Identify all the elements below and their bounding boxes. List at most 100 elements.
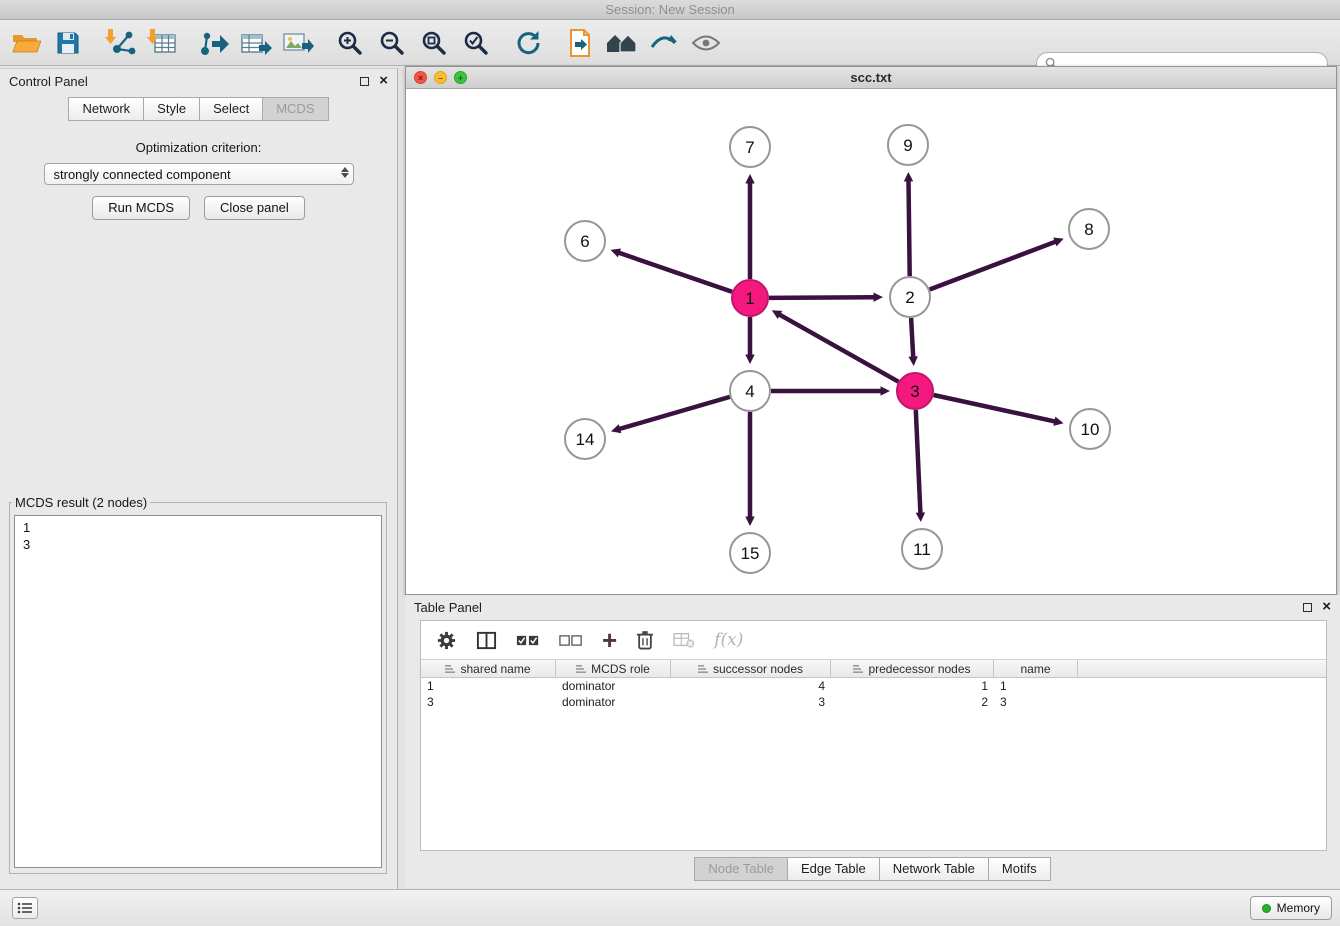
- table-row[interactable]: 3 dominator 3 2 3: [421, 694, 1326, 710]
- tab-node-table[interactable]: Node Table: [694, 857, 788, 881]
- apply-layout-button[interactable]: [510, 25, 546, 61]
- edge-2-3[interactable]: [911, 318, 913, 357]
- graph-node-9[interactable]: 9: [888, 125, 928, 165]
- cell-predecessor-nodes[interactable]: 2: [831, 695, 994, 709]
- export-table-button[interactable]: [238, 25, 274, 61]
- close-panel-icon[interactable]: ×: [379, 75, 388, 87]
- cell-name[interactable]: 3: [994, 695, 1078, 709]
- node-label: 8: [1084, 220, 1093, 239]
- style-brush-icon: [649, 31, 679, 55]
- graph-node-14[interactable]: 14: [565, 419, 605, 459]
- edge-1-6[interactable]: [619, 253, 732, 292]
- column-header-successor-nodes[interactable]: successor nodes: [671, 660, 831, 677]
- create-column-button[interactable]: +: [602, 630, 617, 650]
- cell-shared-name[interactable]: 3: [421, 695, 556, 709]
- open-session-button[interactable]: [8, 25, 44, 61]
- table-header-row: shared name MCDS role successor nodes pr…: [421, 659, 1326, 678]
- cell-shared-name[interactable]: 1: [421, 679, 556, 693]
- float-table-panel-button[interactable]: [1303, 603, 1312, 612]
- graph-node-6[interactable]: 6: [565, 221, 605, 261]
- memory-status-icon: [1262, 904, 1271, 913]
- mcds-result-text[interactable]: 1 3: [14, 515, 382, 868]
- tab-network-table[interactable]: Network Table: [879, 857, 989, 881]
- edge-1-2[interactable]: [769, 297, 874, 298]
- graph-node-11[interactable]: 11: [902, 529, 942, 569]
- save-session-button[interactable]: [50, 25, 86, 61]
- apply-style-button[interactable]: [646, 25, 682, 61]
- cell-mcds-role[interactable]: dominator: [556, 679, 671, 693]
- save-floppy-icon: [55, 30, 81, 56]
- edge-2-9[interactable]: [909, 181, 910, 276]
- graph-node-7[interactable]: 7: [730, 127, 770, 167]
- zoom-in-button[interactable]: [332, 25, 368, 61]
- column-label: successor nodes: [713, 662, 803, 676]
- select-all-columns-button[interactable]: [516, 632, 540, 649]
- window-maximize-button[interactable]: +: [454, 71, 467, 84]
- graph-node-8[interactable]: 8: [1069, 209, 1109, 249]
- table-panel-header: Table Panel ×: [405, 595, 1340, 619]
- node-label: 1: [745, 289, 754, 308]
- export-image-button[interactable]: [280, 25, 316, 61]
- network-view-window: × – + scc.txt 7 9 6 8 1 2 4 3 14 10 15 11: [405, 66, 1337, 595]
- cell-mcds-role[interactable]: dominator: [556, 695, 671, 709]
- show-columns-button[interactable]: [476, 630, 497, 651]
- zoom-out-button[interactable]: [374, 25, 410, 61]
- mcds-result-box: MCDS result (2 nodes) 1 3: [9, 495, 387, 874]
- tab-network[interactable]: Network: [68, 97, 144, 121]
- cell-successor-nodes[interactable]: 4: [671, 679, 831, 693]
- home-button[interactable]: [604, 25, 640, 61]
- edge-3-1[interactable]: [780, 315, 899, 382]
- memory-button[interactable]: Memory: [1250, 896, 1332, 920]
- tab-select[interactable]: Select: [199, 97, 263, 121]
- delete-table-button[interactable]: [673, 631, 695, 649]
- optimization-criterion-select[interactable]: strongly connected component: [44, 163, 354, 185]
- columns-icon: [476, 630, 497, 651]
- tab-motifs[interactable]: Motifs: [988, 857, 1051, 881]
- window-minimize-button[interactable]: –: [434, 71, 447, 84]
- graph-node-15[interactable]: 15: [730, 533, 770, 573]
- column-header-name[interactable]: name: [994, 660, 1078, 677]
- run-mcds-button[interactable]: Run MCDS: [92, 196, 190, 220]
- graph-node-1[interactable]: 1: [732, 280, 768, 316]
- export-network-button[interactable]: [196, 25, 232, 61]
- zoom-selected-button[interactable]: [458, 25, 494, 61]
- column-header-predecessor-nodes[interactable]: predecessor nodes: [831, 660, 994, 677]
- graph-node-3[interactable]: 3: [897, 373, 933, 409]
- close-panel-button[interactable]: Close panel: [204, 196, 305, 220]
- cell-predecessor-nodes[interactable]: 1: [831, 679, 994, 693]
- tab-style[interactable]: Style: [143, 97, 200, 121]
- tab-edge-table[interactable]: Edge Table: [787, 857, 880, 881]
- trash-icon: [636, 629, 654, 651]
- edge-3-10[interactable]: [934, 395, 1055, 421]
- column-header-mcds-role[interactable]: MCDS role: [556, 660, 671, 677]
- network-snapshot-button[interactable]: [562, 25, 598, 61]
- table-settings-button[interactable]: [436, 630, 457, 651]
- edge-2-8[interactable]: [930, 242, 1056, 290]
- float-panel-button[interactable]: [360, 77, 369, 86]
- zoom-fit-icon: [420, 29, 448, 57]
- window-close-button[interactable]: ×: [414, 71, 427, 84]
- cell-name[interactable]: 1: [994, 679, 1078, 693]
- node-table-container: +: [420, 620, 1327, 851]
- edge-4-14[interactable]: [620, 397, 730, 429]
- delete-columns-button[interactable]: [636, 629, 654, 651]
- table-row[interactable]: 1 dominator 4 1 1: [421, 678, 1326, 694]
- deselect-all-columns-button[interactable]: [559, 632, 583, 649]
- graph-node-10[interactable]: 10: [1070, 409, 1110, 449]
- function-builder-button[interactable]: f(x): [714, 630, 743, 650]
- import-table-button[interactable]: [144, 25, 180, 61]
- edge-3-11[interactable]: [916, 410, 921, 513]
- import-network-button[interactable]: [102, 25, 138, 61]
- column-header-shared-name[interactable]: shared name: [421, 660, 556, 677]
- task-history-button[interactable]: [12, 897, 38, 919]
- network-window-titlebar[interactable]: × – + scc.txt: [406, 67, 1336, 89]
- graph-node-2[interactable]: 2: [890, 277, 930, 317]
- zoom-fit-button[interactable]: [416, 25, 452, 61]
- network-canvas[interactable]: 7 9 6 8 1 2 4 3 14 10 15 11: [406, 89, 1336, 594]
- main-toolbar: [0, 20, 1340, 66]
- show-graphics-button[interactable]: [688, 25, 724, 61]
- close-table-panel-icon[interactable]: ×: [1322, 601, 1331, 613]
- tab-mcds[interactable]: MCDS: [262, 97, 328, 121]
- cell-successor-nodes[interactable]: 3: [671, 695, 831, 709]
- graph-node-4[interactable]: 4: [730, 371, 770, 411]
